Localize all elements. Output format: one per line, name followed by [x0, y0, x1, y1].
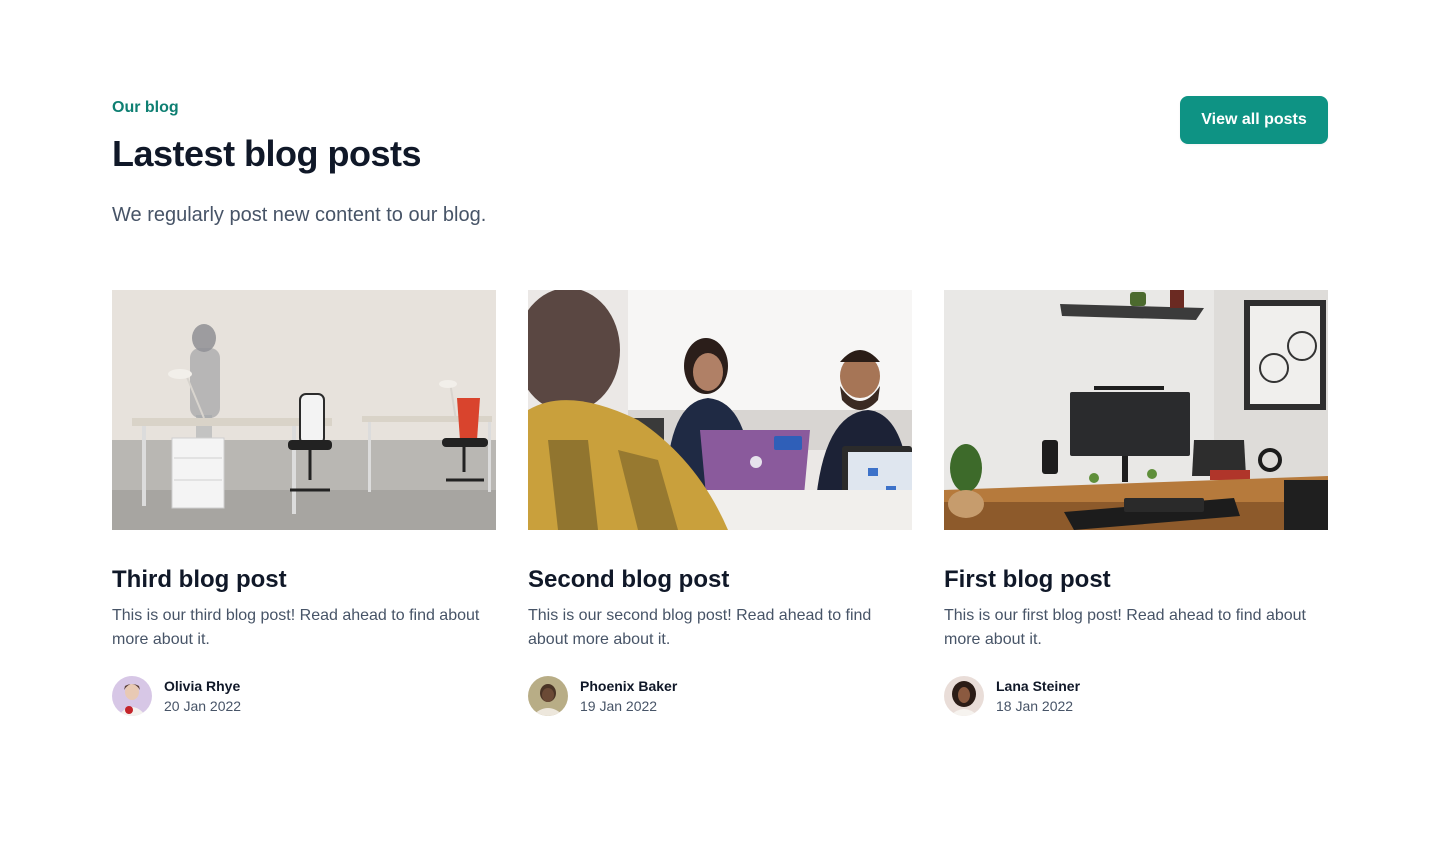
author-info: Phoenix Baker 19 Jan 2022 — [580, 676, 677, 716]
avatar — [528, 676, 568, 716]
post-author: Lana Steiner 18 Jan 2022 — [944, 676, 1328, 716]
page-title: Lastest blog posts — [112, 133, 422, 174]
author-info: Lana Steiner 18 Jan 2022 — [996, 676, 1080, 716]
avatar — [112, 676, 152, 716]
blog-card[interactable]: Third blog post This is our third blog p… — [112, 290, 496, 716]
post-date: 20 Jan 2022 — [164, 698, 242, 714]
avatar — [944, 676, 984, 716]
author-name: Olivia Rhye — [164, 678, 241, 694]
post-image-desk-setup[interactable] — [944, 290, 1328, 530]
view-all-posts-button[interactable]: View all posts — [1180, 96, 1328, 144]
author-name: Lana Steiner — [996, 678, 1081, 694]
post-date: 19 Jan 2022 — [580, 698, 658, 714]
author-name: Phoenix Baker — [580, 678, 678, 694]
blog-header: Our blog Lastest blog posts We regularly… — [112, 96, 1328, 230]
post-title[interactable]: Second blog post — [528, 564, 912, 596]
post-image-team-meeting[interactable] — [528, 290, 912, 530]
blog-card[interactable]: Second blog post This is our second blog… — [528, 290, 912, 716]
posts-grid: Third blog post This is our third blog p… — [112, 290, 1328, 716]
page-subtitle: We regularly post new content to our blo… — [112, 204, 487, 226]
post-date: 18 Jan 2022 — [996, 698, 1074, 714]
post-title[interactable]: First blog post — [944, 564, 1328, 596]
post-description: This is our first blog post! Read ahead … — [944, 607, 1306, 648]
author-info: Olivia Rhye 20 Jan 2022 — [164, 676, 241, 716]
post-image-office-desks[interactable] — [112, 290, 496, 530]
blog-section: Our blog Lastest blog posts We regularly… — [0, 0, 1440, 854]
post-description: This is our second blog post! Read ahead… — [528, 607, 872, 648]
eyebrow-label: Our blog — [112, 99, 179, 116]
blog-card[interactable]: First blog post This is our first blog p… — [944, 290, 1328, 716]
post-description: This is our third blog post! Read ahead … — [112, 607, 480, 648]
post-author: Olivia Rhye 20 Jan 2022 — [112, 676, 496, 716]
post-title[interactable]: Third blog post — [112, 564, 496, 596]
post-author: Phoenix Baker 19 Jan 2022 — [528, 676, 912, 716]
